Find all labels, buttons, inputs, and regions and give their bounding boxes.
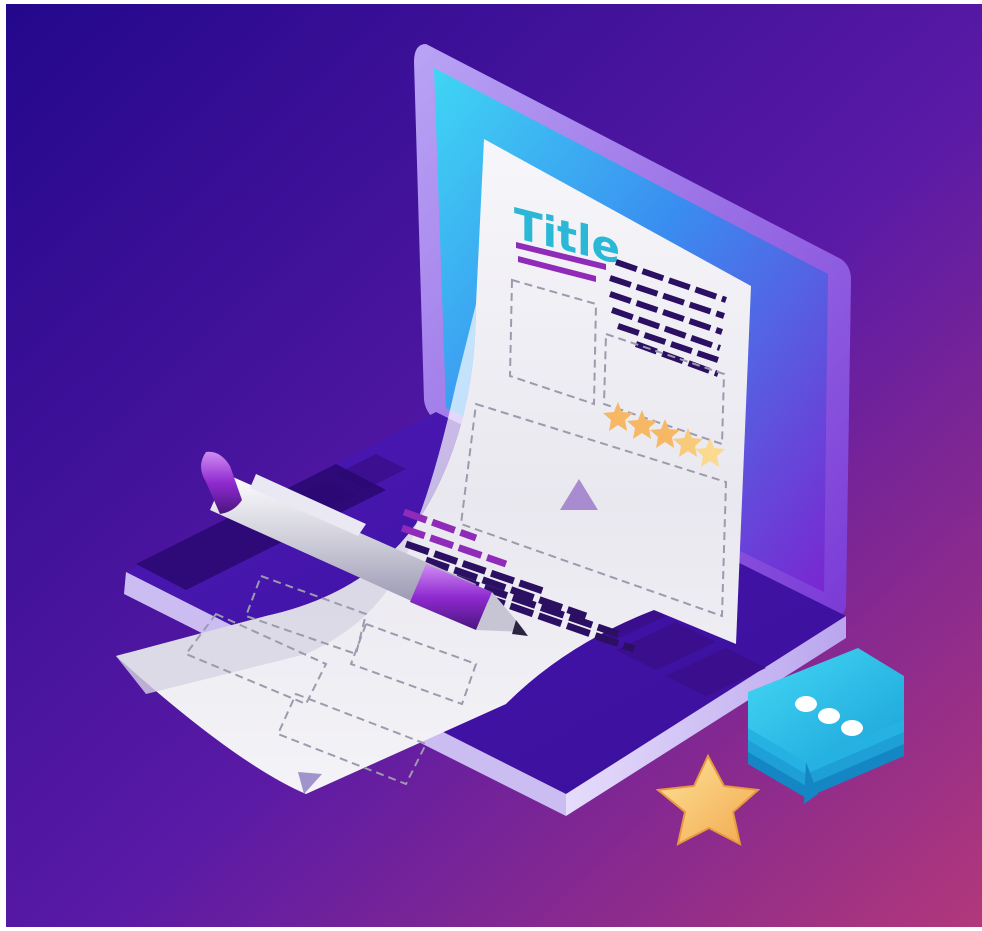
illustration-canvas: Title xyxy=(6,4,982,927)
chat-dot-icon xyxy=(841,720,863,736)
chat-dot-icon xyxy=(818,708,840,724)
chat-dot-icon xyxy=(795,696,817,712)
illustration-scene: Title xyxy=(6,4,982,927)
